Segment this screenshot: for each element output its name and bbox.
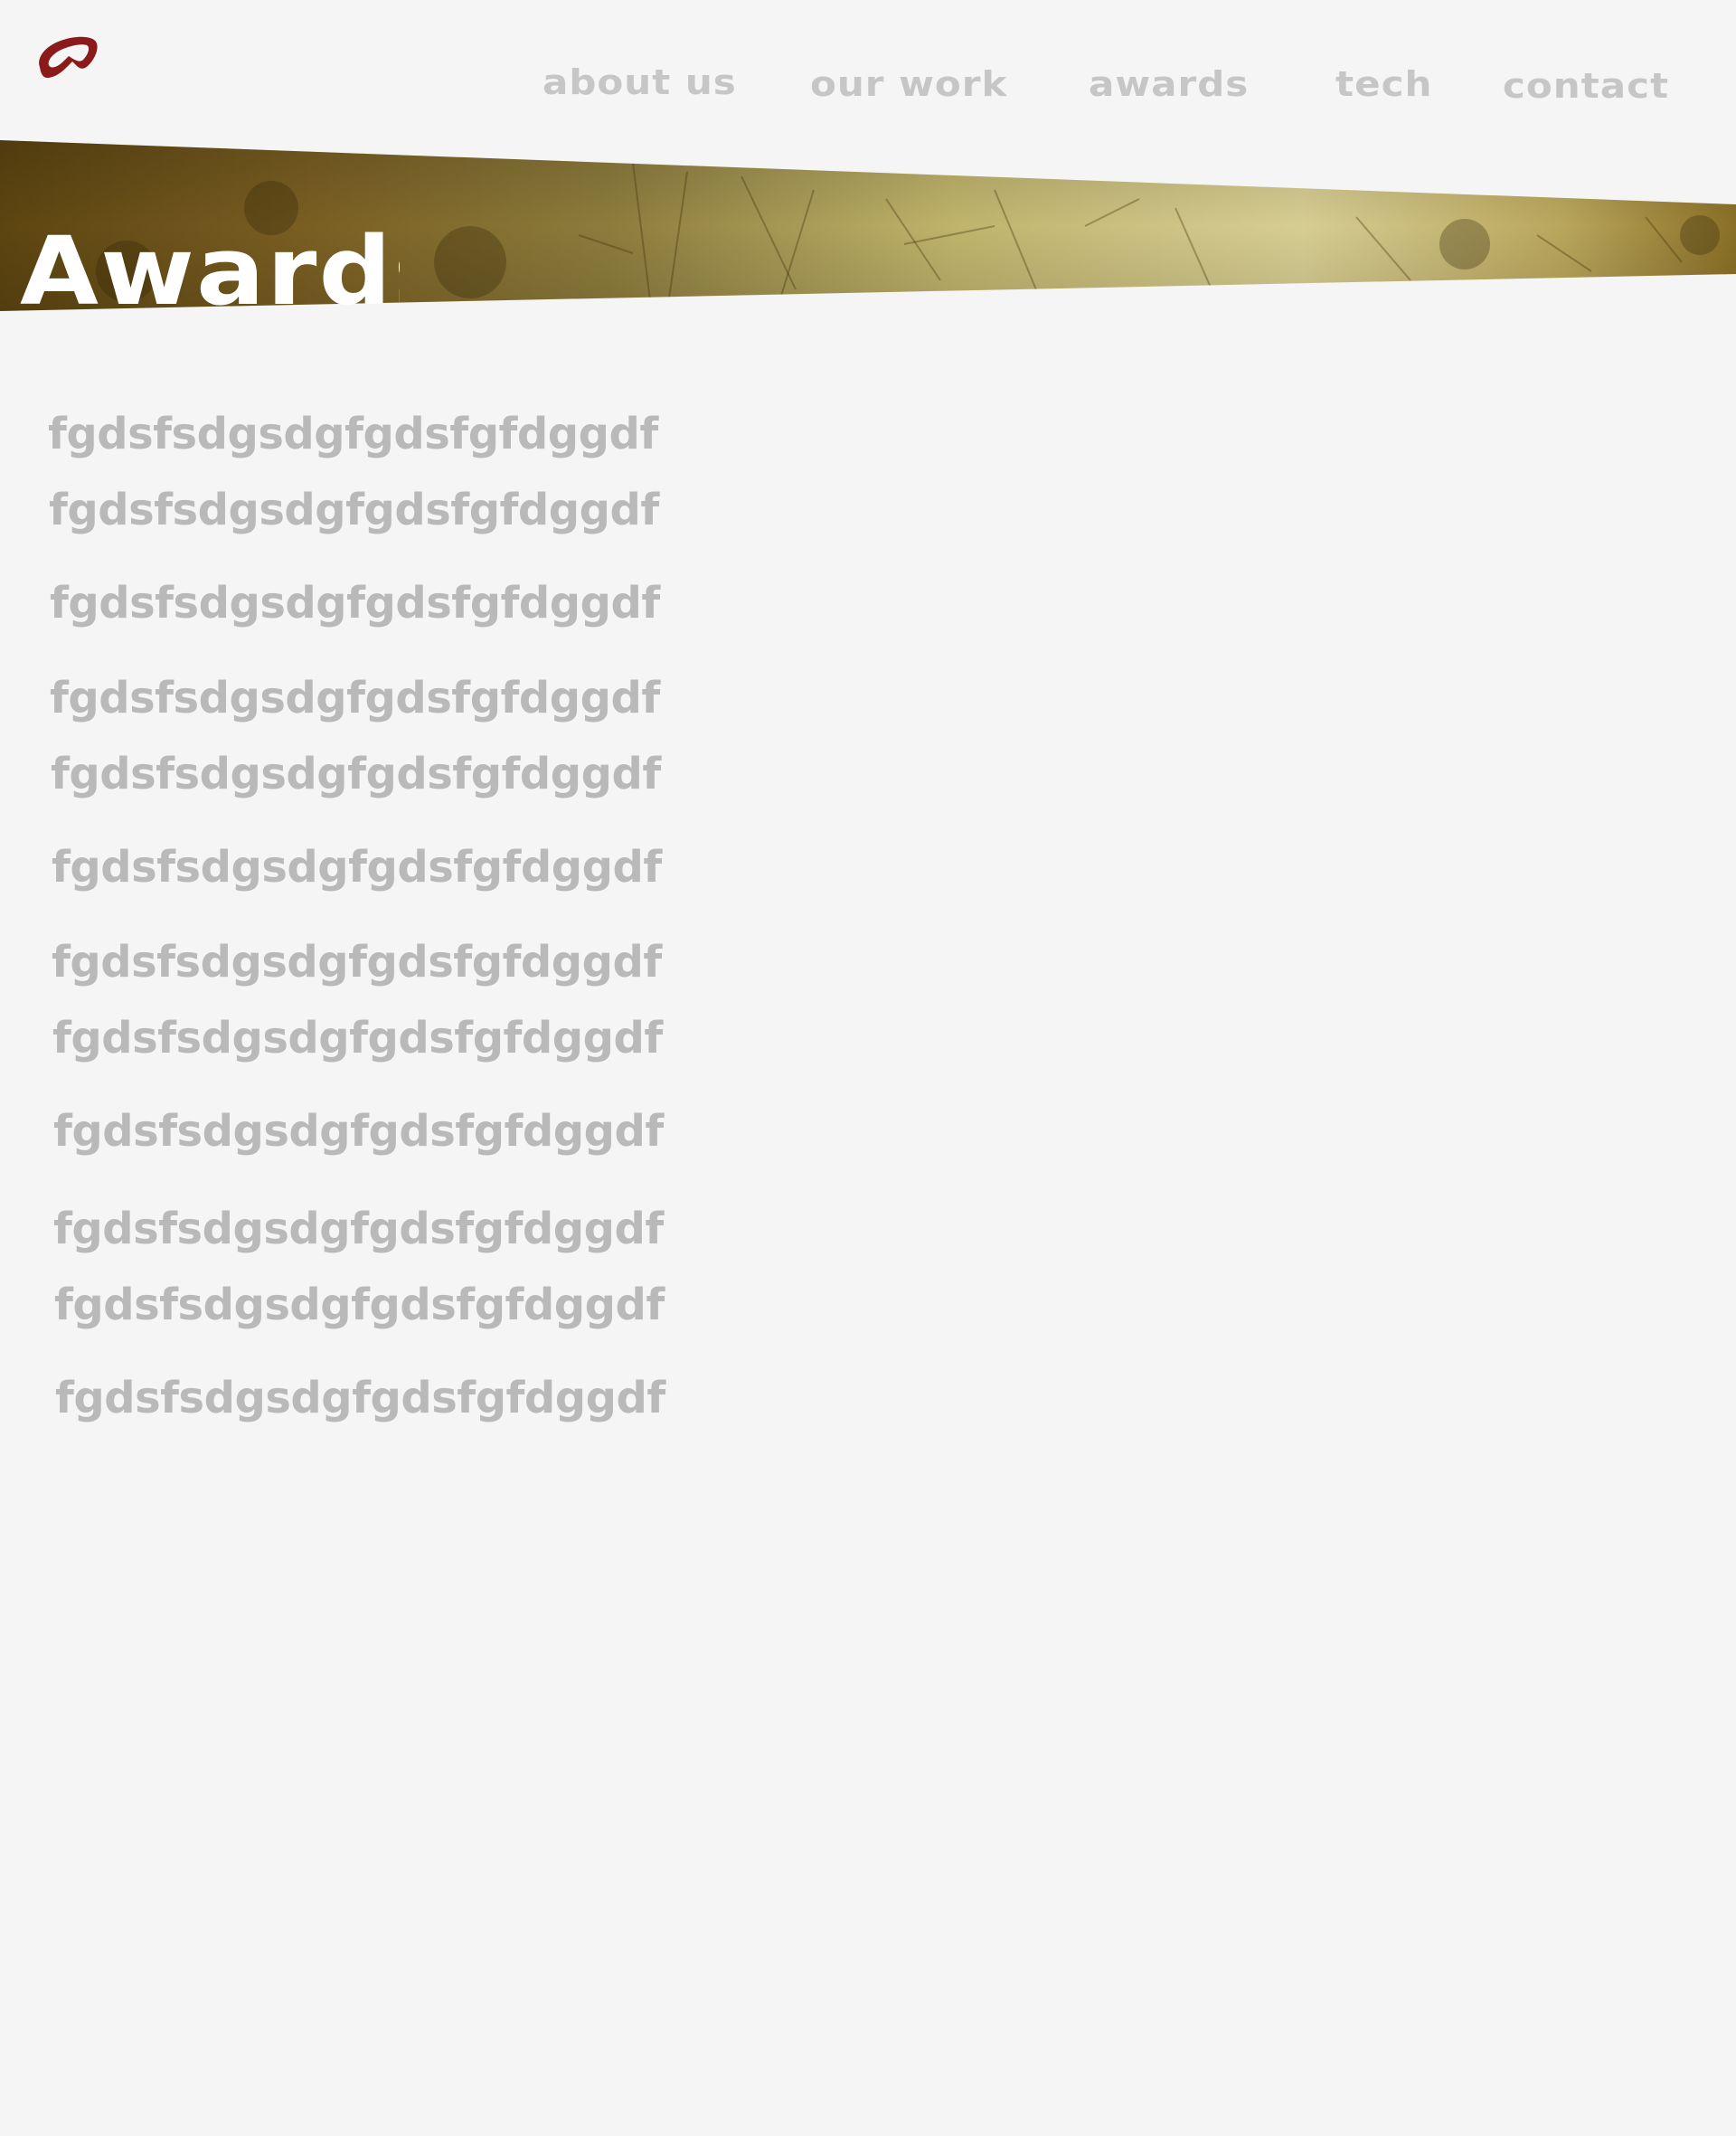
award-item: fgdsfsdgsdgfgdsfgfdggdf — [52, 937, 662, 988]
award-item: fgdsfsdgsdgfgdsfgfdggdf — [52, 842, 662, 893]
award-item: fgdsfsdgsdgfgdsfgfdggdf — [55, 1373, 665, 1423]
award-item: fgdsfsdgsdgfgdsfgfdggdf — [52, 1013, 663, 1063]
nav-about-us[interactable]: about us — [542, 65, 737, 100]
award-item: fgdsfsdgsdgfgdsfgfdggdf — [50, 673, 660, 723]
award-item: fgdsfsdgsdgfgdsfgfdggdf — [53, 1204, 664, 1254]
page-title-container: Awards — [20, 224, 400, 307]
page-title: Awards — [20, 224, 400, 307]
logo-graphic — [39, 36, 98, 79]
nav-contact[interactable]: contact — [1503, 69, 1669, 104]
award-item: fgdsfsdgsdgfgdsfgfdggdf — [51, 749, 661, 799]
award-item: fgdsfsdgsdgfgdsfgfdggdf — [48, 409, 658, 459]
nav-tech[interactable]: tech — [1335, 67, 1432, 102]
nav-our-work[interactable]: our work — [810, 67, 1007, 102]
award-item: fgdsfsdgsdgfgdsfgfdggdf — [50, 578, 660, 629]
nav-awards[interactable]: awards — [1089, 67, 1249, 102]
award-item: fgdsfsdgsdgfgdsfgfdggdf — [54, 1280, 665, 1330]
red-loop-logo-icon[interactable] — [33, 31, 101, 87]
award-item: fgdsfsdgsdgfgdsfgfdggdf — [53, 1106, 664, 1157]
award-item: fgdsfsdgsdgfgdsfgfdggdf — [49, 485, 659, 535]
